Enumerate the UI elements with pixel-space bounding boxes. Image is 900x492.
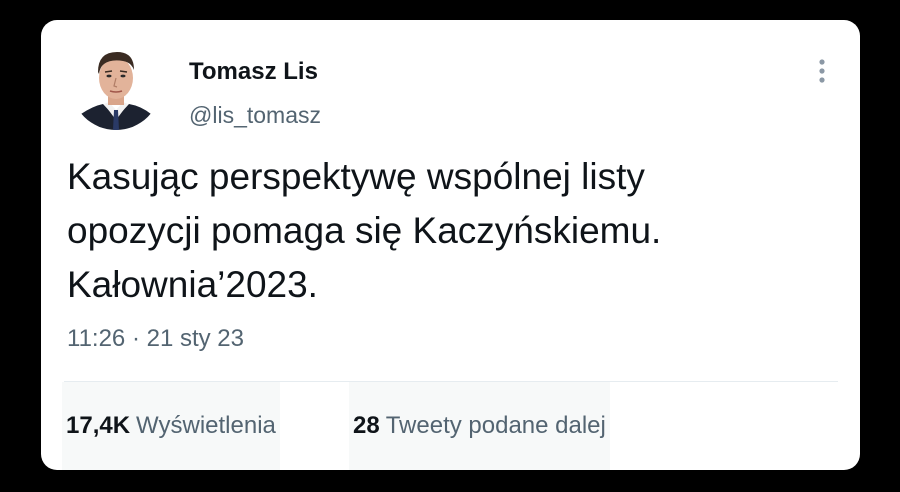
author-handle[interactable]: @lis_tomasz	[189, 102, 321, 129]
views-label: Wyświetlenia	[136, 412, 276, 439]
retweets-count: 28	[353, 412, 380, 439]
avatar[interactable]	[71, 40, 161, 130]
tweet-stats: 17,4K Wyświetlenia 28 Tweety podane dale…	[41, 382, 860, 470]
more-vertical-icon	[819, 59, 825, 83]
more-options-button[interactable]	[809, 54, 835, 88]
tweet-timestamp[interactable]: 11:26 · 21 sty 23	[67, 325, 244, 353]
tweet-card: Tomasz Lis @lis_tomasz Kasując perspekty…	[41, 20, 860, 470]
tweet-text: Kasując perspektywę wspólnej listy opozy…	[67, 150, 827, 312]
avatar-image	[71, 40, 161, 130]
retweets-label: Tweety podane dalej	[385, 412, 606, 439]
author-display-name[interactable]: Tomasz Lis	[189, 58, 318, 86]
views-stat[interactable]: 17,4K Wyświetlenia	[62, 382, 280, 470]
views-count: 17,4K	[66, 412, 131, 439]
tweet-text-line: Kałownia’2023.	[67, 264, 318, 305]
tweet-text-line: Kasując perspektywę wspólnej listy	[67, 156, 645, 197]
retweets-stat[interactable]: 28 Tweety podane dalej	[349, 382, 610, 470]
tweet-text-line: opozycji pomaga się Kaczyńskiemu.	[67, 210, 662, 251]
